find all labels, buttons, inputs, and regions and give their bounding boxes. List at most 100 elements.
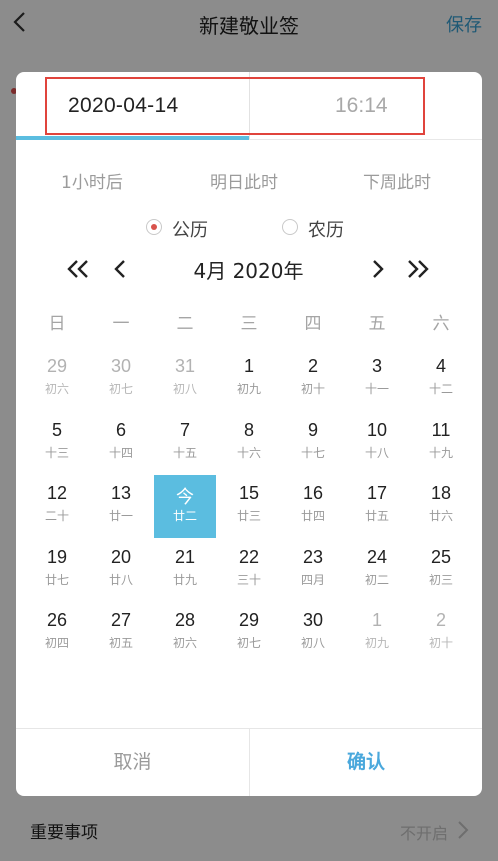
cancel-button[interactable]: 取消 xyxy=(16,729,249,796)
quick-one-hour-later[interactable]: 1小时后 xyxy=(61,168,123,193)
day-number: 7 xyxy=(179,419,190,440)
lunar-date: 十二 xyxy=(428,382,453,396)
day-number: 1 xyxy=(243,356,254,376)
double-chevron-left-icon xyxy=(67,260,88,278)
calendar-day[interactable]: 2 初十 xyxy=(410,602,472,665)
lunar-date: 初三 xyxy=(428,572,453,587)
day-number: 今 xyxy=(176,487,194,507)
calendar-day[interactable]: 10 十八 xyxy=(346,412,408,475)
weekday-wed: 三 xyxy=(240,314,258,334)
lunar-date: 十九 xyxy=(428,445,453,460)
calendar-day[interactable]: 6 十四 xyxy=(90,412,152,475)
calendar-day[interactable]: 13 廿一 xyxy=(90,475,152,538)
calendar-day[interactable]: 30 初八 xyxy=(282,602,344,665)
confirm-button[interactable]: 确认 xyxy=(249,729,482,796)
calendar-day[interactable]: 11 十九 xyxy=(410,412,472,475)
lunar-date: 初二 xyxy=(364,572,389,587)
calendar-day[interactable]: 18 廿六 xyxy=(410,475,472,538)
calendar-day[interactable]: 20 廿八 xyxy=(90,539,152,602)
day-number: 2 xyxy=(435,610,446,630)
lunar-date: 三十 xyxy=(236,572,261,587)
day-number: 1 xyxy=(371,610,382,630)
lunar-date: 四月 xyxy=(300,572,325,587)
radio-unselected-icon xyxy=(282,219,298,235)
day-number: 4 xyxy=(435,356,446,376)
lunar-date: 十三 xyxy=(44,445,69,460)
calendar-day[interactable]: 23 四月 xyxy=(282,539,344,602)
calendar-day[interactable]: 7 十五 xyxy=(154,412,216,475)
calendar-day[interactable]: 1 初九 xyxy=(346,602,408,665)
day-number: 10 xyxy=(366,419,388,440)
next-month-button[interactable] xyxy=(368,256,388,282)
day-number: 2 xyxy=(307,356,318,376)
lunar-date: 初六 xyxy=(172,636,197,650)
prev-year-button[interactable] xyxy=(64,256,92,282)
calendar-day[interactable]: 2 初十 xyxy=(282,348,344,411)
day-number: 19 xyxy=(46,546,68,567)
lunar-date: 二十 xyxy=(44,509,69,523)
prev-month-button[interactable] xyxy=(110,256,130,282)
annotation-highlight-box xyxy=(45,77,425,135)
lunar-date: 初四 xyxy=(44,636,69,650)
calendar-day[interactable]: 12 二十 xyxy=(26,475,88,538)
chevron-right-icon xyxy=(373,260,384,278)
calendar-day[interactable]: 27 初五 xyxy=(90,602,152,665)
quick-next-week-same-time[interactable]: 下周此时 xyxy=(363,168,431,193)
radio-lunar-calendar[interactable]: 农历 xyxy=(282,216,362,241)
day-number: 5 xyxy=(51,419,62,440)
calendar-day[interactable]: 30 初七 xyxy=(90,348,152,411)
lunar-date: 初十 xyxy=(300,382,325,396)
calendar-day[interactable]: 29 初六 xyxy=(26,348,88,411)
lunar-date: 初十 xyxy=(428,636,453,650)
calendar-day[interactable]: 1 初九 xyxy=(218,348,280,411)
calendar-day[interactable]: 5 十三 xyxy=(26,412,88,475)
lunar-date: 初九 xyxy=(236,382,261,396)
day-number: 16 xyxy=(302,483,324,503)
calendar-day[interactable]: 22 三十 xyxy=(218,539,280,602)
lunar-date: 初九 xyxy=(364,636,389,650)
weekday-sun: 日 xyxy=(48,314,66,334)
double-chevron-right-icon xyxy=(408,260,429,278)
lunar-date: 廿一 xyxy=(108,509,133,523)
calendar-day[interactable]: 25 初三 xyxy=(410,539,472,602)
lunar-date: 十一 xyxy=(364,382,389,396)
calendar-day[interactable]: 28 初六 xyxy=(154,602,216,665)
lunar-date: 十八 xyxy=(364,445,389,460)
tab-active-indicator xyxy=(16,136,249,140)
day-number: 27 xyxy=(110,610,132,630)
calendar-day[interactable]: 29 初七 xyxy=(218,602,280,665)
lunar-date: 初六 xyxy=(44,382,69,396)
calendar-day[interactable]: 21 廿九 xyxy=(154,539,216,602)
weekday-sat: 六 xyxy=(432,314,450,334)
day-number: 25 xyxy=(430,546,452,567)
day-number: 15 xyxy=(238,483,260,503)
calendar-day[interactable]: 16 廿四 xyxy=(282,475,344,538)
calendar-day[interactable]: 8 十六 xyxy=(218,412,280,475)
weekday-mon: 一 xyxy=(112,314,130,334)
day-number: 3 xyxy=(371,356,382,376)
lunar-date: 十七 xyxy=(300,445,325,460)
calendar-day[interactable]: 19 廿七 xyxy=(26,539,88,602)
radio-lunar-label: 农历 xyxy=(308,220,344,241)
day-number: 11 xyxy=(431,419,451,440)
calendar-day[interactable]: 26 初四 xyxy=(26,602,88,665)
calendar-day[interactable]: 24 初二 xyxy=(346,539,408,602)
calendar-day[interactable]: 9 十七 xyxy=(282,412,344,475)
lunar-date: 十四 xyxy=(108,445,133,460)
lunar-date: 初七 xyxy=(108,382,133,396)
calendar-day[interactable]: 17 廿五 xyxy=(346,475,408,538)
lunar-date: 廿六 xyxy=(428,509,453,523)
lunar-date: 廿七 xyxy=(44,572,69,587)
calendar-day[interactable]: 15 廿三 xyxy=(218,475,280,538)
day-number: 17 xyxy=(366,483,388,503)
day-number: 30 xyxy=(302,610,324,630)
radio-solar-calendar[interactable]: 公历 xyxy=(146,216,226,241)
quick-tomorrow-same-time[interactable]: 明日此时 xyxy=(210,168,278,193)
calendar-day[interactable]: 4 十二 xyxy=(410,348,472,411)
calendar-day[interactable]: 31 初八 xyxy=(154,348,216,411)
lunar-date: 初五 xyxy=(108,636,133,650)
calendar-day[interactable]: 3 十一 xyxy=(346,348,408,411)
day-number: 20 xyxy=(110,546,132,567)
calendar-day-today[interactable]: 今廿二 xyxy=(154,475,216,538)
next-year-button[interactable] xyxy=(404,256,432,282)
